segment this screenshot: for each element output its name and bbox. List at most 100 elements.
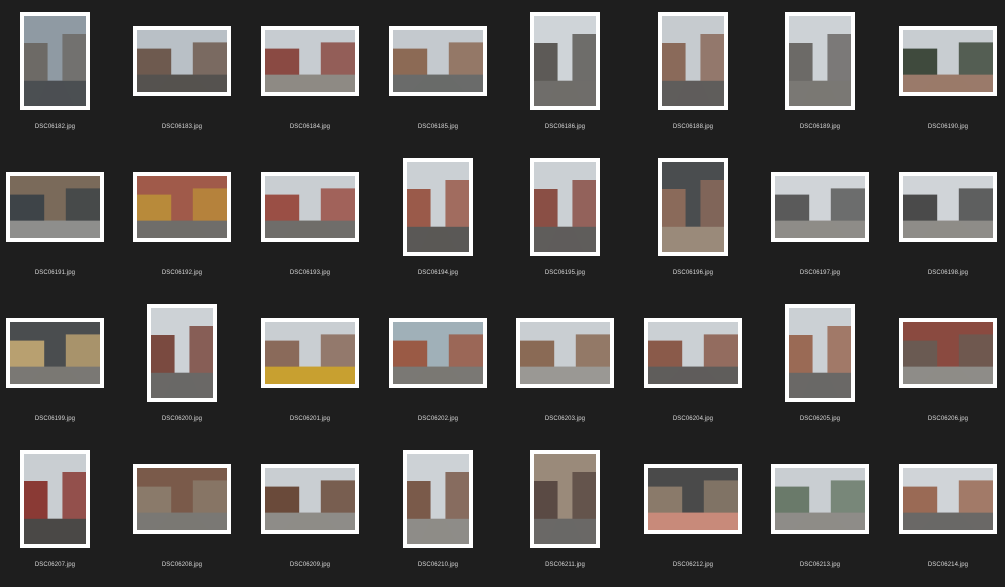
file-thumbnail[interactable]: DSC06182.jpg <box>0 8 110 138</box>
file-name-label: DSC06192.jpg <box>161 270 203 276</box>
photo-image <box>24 16 86 106</box>
file-name-label: DSC06191.jpg <box>34 270 76 276</box>
file-thumbnail[interactable]: DSC06194.jpg <box>383 154 493 284</box>
thumbnail-frame <box>20 450 90 548</box>
file-name-label: DSC06212.jpg <box>672 562 714 568</box>
file-thumbnail[interactable]: DSC06191.jpg <box>0 154 110 284</box>
file-name-label: DSC06210.jpg <box>417 562 459 568</box>
file-thumbnail[interactable]: DSC06199.jpg <box>0 300 110 430</box>
photo-image <box>662 162 724 252</box>
photo-image <box>407 454 469 544</box>
thumbnail-frame <box>20 12 90 110</box>
thumbnail-frame <box>261 172 359 242</box>
file-thumbnail[interactable]: DSC06213.jpg <box>765 446 875 576</box>
file-name-label: DSC06208.jpg <box>161 562 203 568</box>
thumbnail-frame <box>261 464 359 534</box>
photo-image <box>775 468 865 530</box>
file-thumbnail[interactable]: DSC06188.jpg <box>638 8 748 138</box>
file-thumbnail[interactable]: DSC06195.jpg <box>510 154 620 284</box>
photo-image <box>265 468 355 530</box>
photo-image <box>265 30 355 92</box>
file-thumbnail[interactable]: DSC06214.jpg <box>893 446 1003 576</box>
file-name-label: DSC06199.jpg <box>34 416 76 422</box>
file-name-label: DSC06184.jpg <box>289 124 331 130</box>
thumbnail-frame <box>771 464 869 534</box>
thumbnail-frame <box>389 318 487 388</box>
file-name-label: DSC06207.jpg <box>34 562 76 568</box>
file-thumbnail[interactable]: DSC06186.jpg <box>510 8 620 138</box>
file-name-label: DSC06204.jpg <box>672 416 714 422</box>
file-thumbnail[interactable]: DSC06196.jpg <box>638 154 748 284</box>
file-thumbnail[interactable]: DSC06192.jpg <box>127 154 237 284</box>
thumbnail-frame <box>133 464 231 534</box>
thumbnail-frame <box>133 26 231 96</box>
photo-image <box>265 322 355 384</box>
file-name-label: DSC06214.jpg <box>927 562 969 568</box>
thumbnail-frame <box>530 12 600 110</box>
thumbnail-frame <box>133 172 231 242</box>
file-thumbnail[interactable]: DSC06204.jpg <box>638 300 748 430</box>
thumbnail-frame <box>403 450 473 548</box>
file-thumbnail[interactable]: DSC06185.jpg <box>383 8 493 138</box>
photo-image <box>10 176 100 238</box>
file-thumbnail[interactable]: DSC06205.jpg <box>765 300 875 430</box>
file-name-label: DSC06201.jpg <box>289 416 331 422</box>
photo-image <box>903 322 993 384</box>
file-name-label: DSC06188.jpg <box>672 124 714 130</box>
file-thumbnail[interactable]: DSC06201.jpg <box>255 300 365 430</box>
thumbnail-frame <box>899 318 997 388</box>
file-name-label: DSC06202.jpg <box>417 416 459 422</box>
file-name-label: DSC06185.jpg <box>417 124 459 130</box>
file-thumbnail[interactable]: DSC06207.jpg <box>0 446 110 576</box>
file-thumbnail[interactable]: DSC06200.jpg <box>127 300 237 430</box>
file-name-label: DSC06203.jpg <box>544 416 586 422</box>
file-name-label: DSC06209.jpg <box>289 562 331 568</box>
thumbnail-frame <box>785 12 855 110</box>
photo-image <box>24 454 86 544</box>
file-name-label: DSC06205.jpg <box>799 416 841 422</box>
file-thumbnail[interactable]: DSC06190.jpg <box>893 8 1003 138</box>
file-name-label: DSC06198.jpg <box>927 270 969 276</box>
file-thumbnail[interactable]: DSC06208.jpg <box>127 446 237 576</box>
file-thumbnail[interactable]: DSC06184.jpg <box>255 8 365 138</box>
photo-image <box>789 308 851 398</box>
file-name-label: DSC06189.jpg <box>799 124 841 130</box>
file-name-label: DSC06193.jpg <box>289 270 331 276</box>
photo-image <box>407 162 469 252</box>
thumbnail-frame <box>261 318 359 388</box>
thumbnail-frame <box>785 304 855 402</box>
file-name-label: DSC06182.jpg <box>34 124 76 130</box>
thumbnail-frame <box>516 318 614 388</box>
photo-image <box>393 322 483 384</box>
file-name-label: DSC06211.jpg <box>545 562 585 568</box>
thumbnail-frame <box>644 464 742 534</box>
photo-image <box>265 176 355 238</box>
file-thumbnail[interactable]: DSC06189.jpg <box>765 8 875 138</box>
file-name-label: DSC06196.jpg <box>672 270 714 276</box>
file-thumbnail[interactable]: DSC06198.jpg <box>893 154 1003 284</box>
thumbnail-frame <box>530 158 600 256</box>
file-thumbnail[interactable]: DSC06202.jpg <box>383 300 493 430</box>
file-thumbnail[interactable]: DSC06206.jpg <box>893 300 1003 430</box>
file-thumbnail[interactable]: DSC06211.jpg <box>510 446 620 576</box>
file-thumbnail[interactable]: DSC06203.jpg <box>510 300 620 430</box>
file-thumbnail[interactable]: DSC06193.jpg <box>255 154 365 284</box>
file-thumbnail[interactable]: DSC06197.jpg <box>765 154 875 284</box>
file-name-label: DSC06200.jpg <box>161 416 203 422</box>
file-thumbnail[interactable]: DSC06209.jpg <box>255 446 365 576</box>
photo-image <box>648 322 738 384</box>
thumbnail-frame <box>644 318 742 388</box>
thumbnail-grid: DSC06182.jpg DSC06183.jpg DSC06184.jpg DSC0… <box>0 0 1005 587</box>
photo-image <box>662 16 724 106</box>
photo-image <box>151 308 213 398</box>
thumbnail-frame <box>389 26 487 96</box>
file-thumbnail[interactable]: DSC06212.jpg <box>638 446 748 576</box>
file-thumbnail[interactable]: DSC06183.jpg <box>127 8 237 138</box>
file-name-label: DSC06186.jpg <box>544 124 586 130</box>
file-thumbnail[interactable]: DSC06210.jpg <box>383 446 493 576</box>
thumbnail-frame <box>6 172 104 242</box>
photo-image <box>903 468 993 530</box>
thumbnail-frame <box>6 318 104 388</box>
file-name-label: DSC06194.jpg <box>417 270 459 276</box>
thumbnail-frame <box>899 464 997 534</box>
